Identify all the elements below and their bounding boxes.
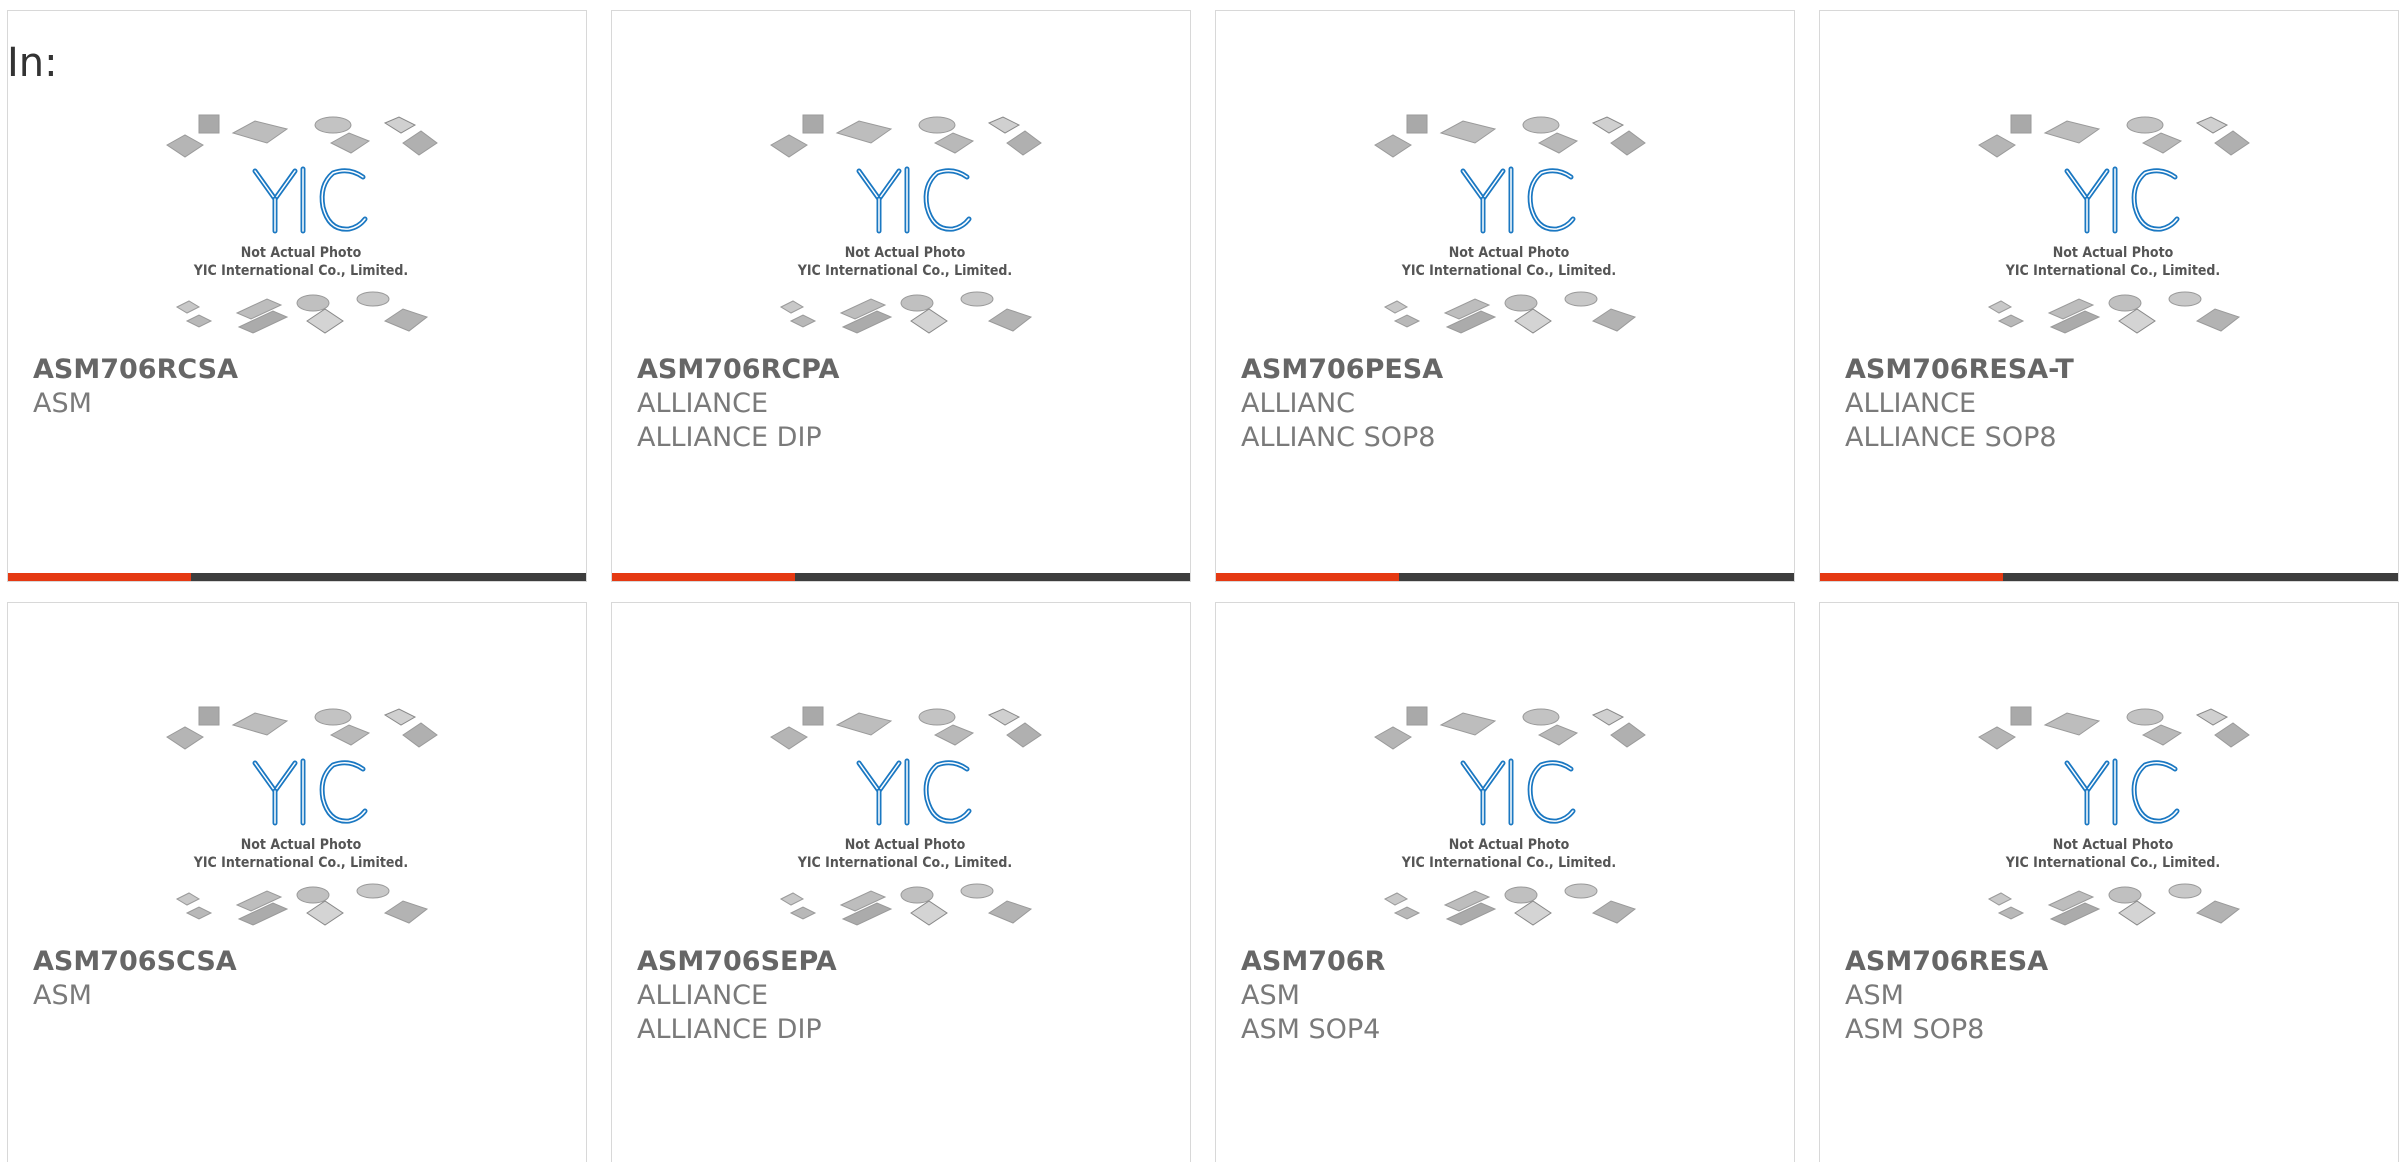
company-caption: YIC International Co., Limited. [2005,855,2220,871]
company-caption: YIC International Co., Limited. [193,855,408,871]
not-actual-photo-image: Not Actual Photo YIC International Co., L… [770,114,1042,334]
product-info: ASM706SCSA ASM [33,945,566,1013]
part-number-link[interactable]: ASM706R [1241,945,1774,979]
part-number-link[interactable]: ASM706RESA-T [1845,353,2378,387]
manufacturer-label: ALLIANC [1241,388,1356,419]
package-label: ASM SOP4 [1241,1014,1381,1045]
not-actual-photo-caption: Not Actual Photo [241,245,362,261]
not-actual-photo-caption: Not Actual Photo [845,837,966,853]
not-actual-photo-image: Not Actual Photo YIC International Co., L… [166,114,438,334]
company-caption: YIC International Co., Limited. [1401,855,1616,871]
part-number-link[interactable]: ASM706PESA [1241,353,1774,387]
yic-logo-icon [2064,166,2180,234]
card-accent-bar [612,573,795,581]
package-label: ALLIANCE DIP [637,1014,822,1045]
product-card[interactable]: Not Actual Photo YIC International Co., L… [1215,602,1795,1162]
manufacturer-label: ASM [1845,980,1904,1011]
manufacturer-label: ASM [33,980,92,1011]
product-info: ASM706RESA ASM ASM SOP8 [1845,945,2378,1047]
manufacturer-label: ALLIANCE [1845,388,1977,419]
product-card[interactable]: Not Actual Photo YIC International Co., L… [1215,10,1795,582]
company-caption: YIC International Co., Limited. [193,263,408,279]
card-bottom-bar [1820,573,2398,581]
yic-logo-icon [1460,166,1576,234]
part-number-link[interactable]: ASM706RCPA [637,353,1170,387]
product-card[interactable]: Not Actual Photo YIC International Co., L… [1819,602,2399,1162]
product-thumbnail[interactable]: Not Actual Photo YIC International Co., L… [1975,691,2255,951]
card-accent-bar [1216,573,1399,581]
part-number-link[interactable]: ASM706RCSA [33,353,566,387]
product-card[interactable]: Not Actual Photo YIC International Co., L… [611,10,1191,582]
product-info: ASM706RCPA ALLIANCE ALLIANCE DIP [637,353,1170,455]
yic-logo-icon [1460,758,1576,826]
yic-logo-icon [856,758,972,826]
manufacturer-label: ASM [1241,980,1300,1011]
part-number-link[interactable]: ASM706RESA [1845,945,2378,979]
part-number-link[interactable]: ASM706SEPA [637,945,1170,979]
product-thumbnail[interactable]: Not Actual Photo YIC International Co., L… [767,99,1047,359]
product-info: ASM706RESA-T ALLIANCE ALLIANCE SOP8 [1845,353,2378,455]
card-accent-bar [8,573,191,581]
package-label: ASM SOP8 [1845,1014,1985,1045]
not-actual-photo-image: Not Actual Photo YIC International Co., L… [770,706,1042,926]
not-actual-photo-image: Not Actual Photo YIC International Co., L… [1978,114,2250,334]
product-card[interactable]: Not Actual Photo YIC International Co., L… [7,602,587,1162]
product-info: ASM706PESA ALLIANC ALLIANC SOP8 [1241,353,1774,455]
company-caption: YIC International Co., Limited. [797,855,1012,871]
yic-logo-icon [2064,758,2180,826]
not-actual-photo-image: Not Actual Photo YIC International Co., L… [1978,706,2250,926]
not-actual-photo-image: Not Actual Photo YIC International Co., L… [1374,706,1646,926]
product-info: ASM706R ASM ASM SOP4 [1241,945,1774,1047]
not-actual-photo-caption: Not Actual Photo [1449,245,1570,261]
product-info: ASM706RCSA ASM [33,353,566,421]
card-bottom-bar [612,573,1190,581]
yic-logo-icon [252,758,368,826]
product-card[interactable]: Not Actual Photo YIC International Co., L… [611,602,1191,1162]
product-thumbnail[interactable]: Not Actual Photo YIC International Co., L… [1371,99,1651,359]
part-number-link[interactable]: ASM706SCSA [33,945,566,979]
product-thumbnail[interactable]: Not Actual Photo YIC International Co., L… [163,691,443,951]
company-caption: YIC International Co., Limited. [797,263,1012,279]
product-grid-page: In: Not Actual Photo YIC International Co… [0,0,2400,1162]
not-actual-photo-caption: Not Actual Photo [1449,837,1570,853]
not-actual-photo-caption: Not Actual Photo [845,245,966,261]
product-thumbnail[interactable]: Not Actual Photo YIC International Co., L… [1975,99,2255,359]
company-caption: YIC International Co., Limited. [1401,263,1616,279]
filter-label: In: [7,40,58,86]
company-caption: YIC International Co., Limited. [2005,263,2220,279]
not-actual-photo-image: Not Actual Photo YIC International Co., L… [1374,114,1646,334]
product-thumbnail[interactable]: Not Actual Photo YIC International Co., L… [1371,691,1651,951]
product-thumbnail[interactable]: Not Actual Photo YIC International Co., L… [163,99,443,359]
manufacturer-label: ALLIANCE [637,388,769,419]
card-accent-bar [1820,573,2003,581]
product-grid: Not Actual Photo YIC International Co., L… [7,10,2400,1162]
package-label: ALLIANCE SOP8 [1845,422,2057,453]
package-label: ALLIANC SOP8 [1241,422,1436,453]
not-actual-photo-image: Not Actual Photo YIC International Co., L… [166,706,438,926]
card-bottom-bar [8,573,586,581]
yic-logo-icon [252,166,368,234]
not-actual-photo-caption: Not Actual Photo [241,837,362,853]
card-bottom-bar [1216,573,1794,581]
not-actual-photo-caption: Not Actual Photo [2053,837,2174,853]
product-card[interactable]: Not Actual Photo YIC International Co., L… [1819,10,2399,582]
yic-logo-icon [856,166,972,234]
not-actual-photo-caption: Not Actual Photo [2053,245,2174,261]
manufacturer-label: ASM [33,388,92,419]
manufacturer-label: ALLIANCE [637,980,769,1011]
package-label: ALLIANCE DIP [637,422,822,453]
product-thumbnail[interactable]: Not Actual Photo YIC International Co., L… [767,691,1047,951]
product-card[interactable]: Not Actual Photo YIC International Co., L… [7,10,587,582]
product-info: ASM706SEPA ALLIANCE ALLIANCE DIP [637,945,1170,1047]
